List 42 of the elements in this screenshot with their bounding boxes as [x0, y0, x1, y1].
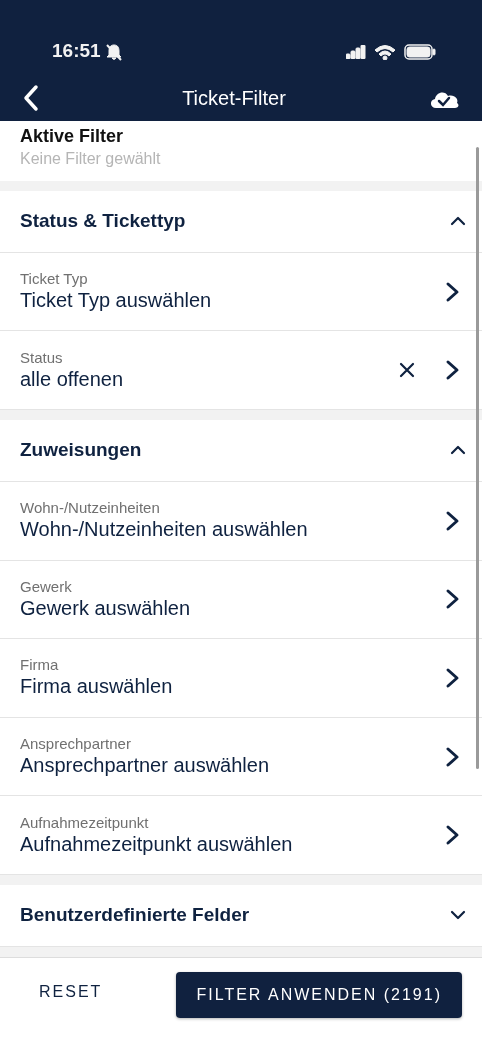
signal-icon: [346, 44, 366, 59]
chevron-right-icon: [445, 280, 460, 303]
back-button[interactable]: [22, 84, 40, 112]
apply-filter-button[interactable]: FILTER ANWENDEN (2191): [176, 971, 462, 1018]
filter-row[interactable]: Wohn-/Nutzeinheiten Wohn-/Nutzeinheiten auswählen: [0, 482, 482, 561]
field-value: Aufnahmezeitpunkt auswählen: [20, 831, 294, 857]
field-label: Ticket Typ: [20, 270, 89, 289]
clock-time: 16:51: [52, 39, 101, 64]
filter-row[interactable]: Gewerk Gewerk auswählen: [0, 560, 482, 640]
chevron-right-icon: [445, 509, 460, 532]
field-value: Gewerk auswählen: [20, 595, 192, 621]
chevron-right-icon: [445, 745, 460, 768]
close-icon[interactable]: [399, 362, 415, 379]
section-header[interactable]: Status & Tickettyp: [0, 190, 482, 253]
chevron-right-icon: [445, 359, 460, 382]
chevron-right-icon: [445, 666, 460, 689]
filter-row[interactable]: Ticket Typ Ticket Typ auswählen: [0, 252, 482, 332]
field-label: Status: [20, 348, 64, 367]
filter-row[interactable]: Aufnahmezeitpunkt Aufnahmezeitpunkt auswählen: [0, 796, 482, 875]
field-value: Wohn-/Nutzeinheiten auswählen: [20, 517, 309, 543]
field-label: Firma: [20, 656, 60, 675]
chevron-right-icon: [445, 588, 460, 611]
field-value: Ansprechpartner auswählen: [20, 753, 271, 779]
field-value: alle offenen: [20, 366, 125, 392]
screen-title: Ticket-Filter: [182, 86, 286, 111]
field-value: Ticket Typ auswählen: [20, 288, 213, 314]
wifi-icon: [374, 43, 396, 60]
reset-button[interactable]: RESET: [20, 971, 122, 1012]
filter-row[interactable]: Status alle offenen: [0, 331, 482, 410]
empty-filter-text: Keine Filter gewählt: [20, 148, 162, 169]
chevron-right-icon: [445, 824, 460, 847]
filter-row[interactable]: Ansprechpartner Ansprechpartner auswählen: [0, 717, 482, 797]
section-header[interactable]: Benutzerdefinierte Felder: [0, 884, 482, 947]
section-title: Aktive Filter: [20, 127, 125, 147]
battery-icon: [404, 43, 436, 60]
field-value: Firma auswählen: [20, 674, 174, 700]
filter-row[interactable]: Firma Firma auswählen: [0, 639, 482, 718]
field-label: Aufnahmezeitpunkt: [20, 813, 150, 832]
field-label: Gewerk: [20, 577, 73, 596]
field-label: Ansprechpartner: [20, 735, 132, 754]
section-header[interactable]: Zuweisungen: [0, 420, 482, 482]
field-label: Wohn-/Nutzeinheiten: [20, 499, 161, 518]
